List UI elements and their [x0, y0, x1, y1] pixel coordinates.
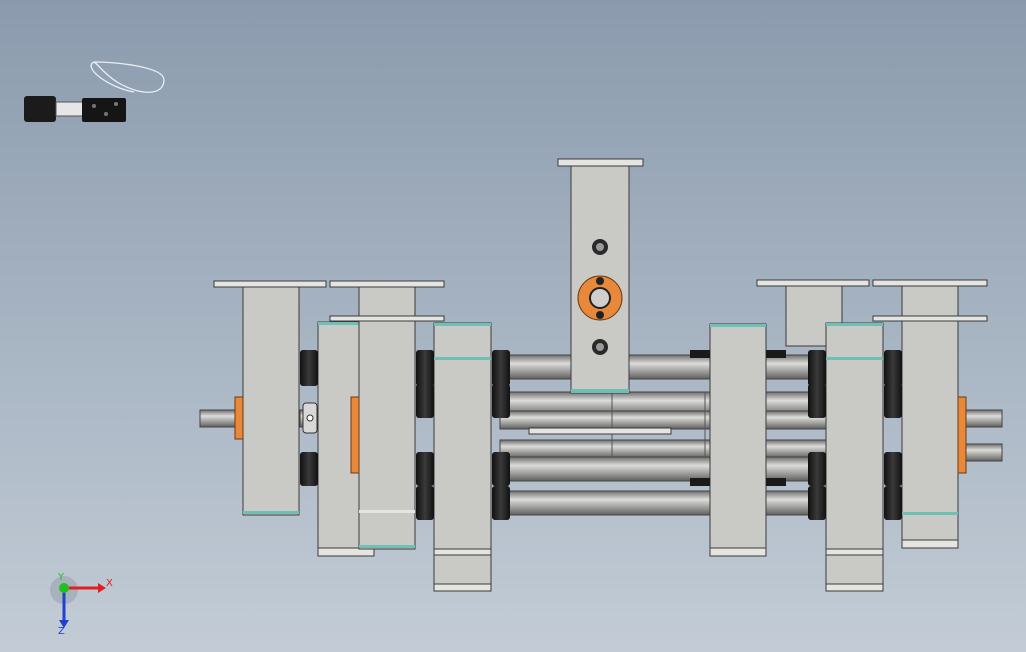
right-front-plate — [825, 322, 884, 592]
z-axis-label: Z — [58, 626, 65, 636]
x-axis-label: X — [106, 578, 113, 589]
rotate-cursor-icon — [24, 61, 165, 122]
axis-triad-icon: X Y Z — [50, 572, 113, 636]
cad-viewport[interactable]: X Y Z — [0, 0, 1026, 652]
y-axis-label: Y — [57, 572, 65, 583]
